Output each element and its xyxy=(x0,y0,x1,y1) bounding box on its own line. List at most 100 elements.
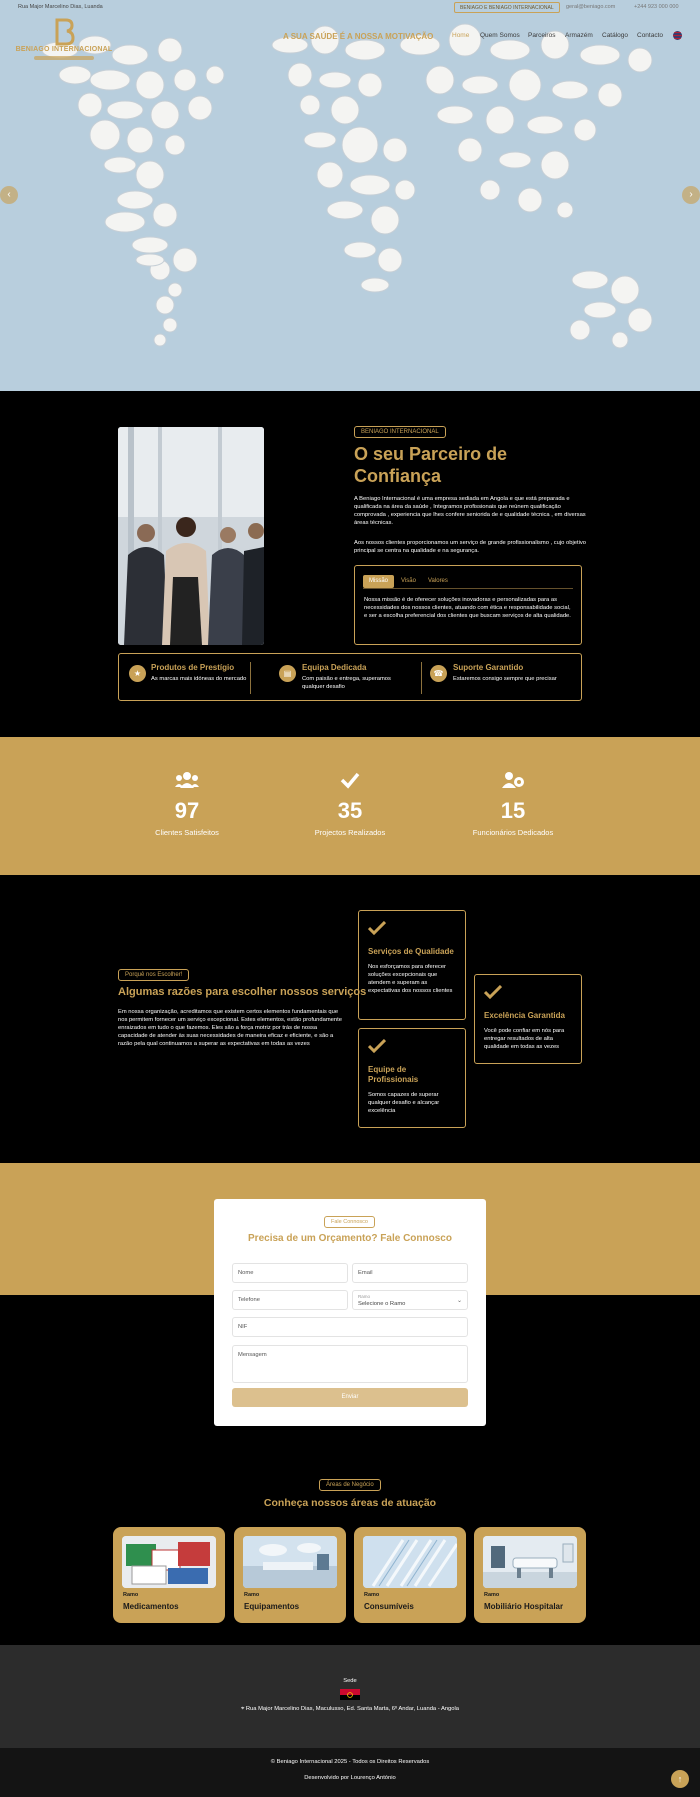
slider-next-button[interactable]: › xyxy=(682,186,700,204)
feature-divider xyxy=(421,662,422,694)
id-card-icon: ▤ xyxy=(279,665,296,682)
topbar-address: Rua Major Marcelino Dias, Luanda xyxy=(18,4,103,10)
business-people-image xyxy=(118,427,264,645)
reason-card-desc: Nos esforçamos para oferecer soluções ex… xyxy=(368,964,453,994)
nif-field[interactable]: NIF xyxy=(232,1317,468,1337)
ramo-select-value: Selecione o Ramo xyxy=(358,1301,406,1307)
nav-home[interactable]: Home xyxy=(452,32,469,39)
area-name: Mobiliário Hospitalar xyxy=(484,1602,564,1611)
tab-valores[interactable]: Valores xyxy=(422,575,454,588)
reason-card-title: Equipe de Profissionais xyxy=(368,1065,419,1084)
developer-credit[interactable]: Desenvolvido por Lourenço António xyxy=(0,1775,700,1781)
check-icon xyxy=(483,984,503,1000)
tab-visao[interactable]: Visão xyxy=(395,575,422,588)
reasons-text: Em nossa organização, acreditamos que ex… xyxy=(118,1009,342,1047)
reason-card-team: Equipe de Profissionais Somos capazes de… xyxy=(358,1028,466,1128)
language-flag-icon[interactable] xyxy=(673,31,682,40)
reason-card-quality: Serviços de Qualidade Nos esforçamos par… xyxy=(358,910,466,1020)
feature-title: Equipa Dedicada xyxy=(302,663,367,672)
feature-title: Produtos de Prestígio xyxy=(151,663,235,672)
area-ramo-label: Ramo xyxy=(123,1592,139,1598)
phone-field[interactable]: Telefone xyxy=(232,1290,348,1310)
feature-title: Suporte Garantido xyxy=(453,663,524,672)
reasons-label: Porquê nos Escolher! xyxy=(118,969,190,981)
about-paragraph-1: A Beniago Internacional é uma empresa se… xyxy=(354,496,586,526)
stat-label: Funcionários Dedicados xyxy=(472,828,554,837)
contact-label: Fale Connosco xyxy=(324,1216,375,1228)
reason-card-excellence: Excelência Garantida Você pode confiar e… xyxy=(474,974,582,1064)
scroll-to-top-button[interactable]: ↑ xyxy=(671,1770,689,1788)
footer-sede: Sede xyxy=(343,1678,357,1684)
area-name: Medicamentos xyxy=(123,1602,179,1611)
stat-projects: 35 Projectos Realizados xyxy=(290,771,410,837)
email-field[interactable]: Email xyxy=(352,1263,468,1283)
check-icon xyxy=(340,772,360,789)
check-icon xyxy=(367,1038,387,1054)
area-card-equipamentos[interactable]: Ramo Equipamentos xyxy=(234,1527,346,1623)
reason-card-desc: Você pode confiar em nós para entregar r… xyxy=(484,1028,565,1050)
footer: Sede ⌖ Rua Major Marcelino Dias, Maculus… xyxy=(0,1645,700,1748)
topbar: Rua Major Marcelino Dias, Luanda BENIAGO… xyxy=(0,0,700,16)
nav-quem-somos[interactable]: Quem Somos xyxy=(480,32,520,39)
about-label: BENIAGO INTERNACIONAL xyxy=(354,426,446,438)
quote-form: Fale Connosco Precisa de um Orçamento? F… xyxy=(214,1199,486,1426)
features-bar: ★ Produtos de Prestígio As marcas mais i… xyxy=(118,653,582,701)
stat-value: 35 xyxy=(337,798,363,823)
copyright: © Beniago Internacional 2025 - Todos os … xyxy=(270,1759,430,1765)
star-icon: ★ xyxy=(129,665,146,682)
mission-tabs: Missão Visão Valores Nossa missão é de o… xyxy=(354,565,582,645)
area-name: Consumíveis xyxy=(364,1602,414,1611)
angola-flag-icon xyxy=(340,1688,360,1700)
stat-label: Clientes Satisfeitos xyxy=(155,828,219,837)
feature-desc: As marcas mais idóneas do mercado xyxy=(151,676,247,682)
submit-button[interactable]: Enviar xyxy=(232,1388,468,1407)
area-card-consumiveis[interactable]: Ramo Consumíveis xyxy=(354,1527,466,1623)
feature-desc: Com paixão e entrega, superamos qualquer… xyxy=(302,676,391,690)
about-paragraph-2: Aos nossos clientes proporcionamos um se… xyxy=(354,540,586,554)
message-field[interactable]: Mensagem xyxy=(232,1345,468,1383)
stats-section: 97 Clientes Satisfeitos 35 Projectos Rea… xyxy=(0,737,700,875)
brand-name: BENIAGO INTERNACIONAL xyxy=(15,46,113,53)
tab-divider xyxy=(363,588,573,589)
stat-value: 15 xyxy=(500,798,526,823)
footer-bottom: © Beniago Internacional 2025 - Todos os … xyxy=(0,1748,700,1797)
tab-content: Nossa missão é de oferecer soluções inov… xyxy=(364,597,571,619)
reason-card-title: Excelência Garantida xyxy=(484,1011,565,1020)
topbar-phone[interactable]: +244 923 000 000 xyxy=(634,4,679,10)
reasons-title: Algumas razões para escolher nossos serv… xyxy=(118,986,367,998)
stat-employees: 15 Funcionários Dedicados xyxy=(453,771,573,837)
stat-value: 97 xyxy=(174,798,200,823)
phone-icon: ☎ xyxy=(430,665,447,682)
tab-missao[interactable]: Missão xyxy=(363,575,395,588)
feature-divider xyxy=(250,662,251,694)
slider-prev-button[interactable]: ‹ xyxy=(0,186,18,204)
topbar-button[interactable]: BENIAGO E BENIAGO INTERNACIONAL xyxy=(454,2,560,13)
footer-address: ⌖ Rua Major Marcelino Dias, Maculusso, E… xyxy=(0,1706,700,1713)
areas-title: Conheça nossos áreas de atuação xyxy=(263,1497,437,1509)
area-card-medicamentos[interactable]: Ramo Medicamentos xyxy=(113,1527,225,1623)
logo-underline xyxy=(34,56,94,60)
nav-contacto[interactable]: Contacto xyxy=(637,32,663,39)
logo-mark-icon xyxy=(55,18,75,46)
reason-card-desc: Somos capazes de superar qualquer desafi… xyxy=(368,1092,440,1114)
hero-slider: Rua Major Marcelino Dias, Luanda BENIAGO… xyxy=(0,0,700,391)
name-field[interactable]: Nome xyxy=(232,1263,348,1283)
feature-desc: Estaremos consigo sempre que precisar xyxy=(453,676,557,682)
medicines-image xyxy=(122,1536,216,1588)
topbar-email[interactable]: geral@beniago.com xyxy=(566,4,615,10)
stat-label: Projectos Realizados xyxy=(314,828,386,837)
area-ramo-label: Ramo xyxy=(364,1592,380,1598)
nav-armazem[interactable]: Armazém xyxy=(565,32,593,39)
about-title: O seu Parceiro de Confiança xyxy=(354,444,508,486)
nav-catalogo[interactable]: Catálogo xyxy=(602,32,628,39)
users-gear-icon xyxy=(502,772,524,788)
area-name: Equipamentos xyxy=(244,1602,300,1611)
area-card-mobiliario[interactable]: Ramo Mobiliário Hospitalar xyxy=(474,1527,586,1623)
area-ramo-label: Ramo xyxy=(244,1592,260,1598)
brand-logo[interactable]: BENIAGO INTERNACIONAL xyxy=(14,18,114,63)
consumables-image xyxy=(363,1536,457,1588)
nav-parceiros[interactable]: Parceiros xyxy=(528,32,555,39)
stat-clients: 97 Clientes Satisfeitos xyxy=(127,771,247,837)
ramo-select[interactable]: Ramo Selecione o Ramo ⌄ xyxy=(352,1290,468,1310)
contact-title: Precisa de um Orçamento? Fale Connosco xyxy=(248,1233,452,1244)
